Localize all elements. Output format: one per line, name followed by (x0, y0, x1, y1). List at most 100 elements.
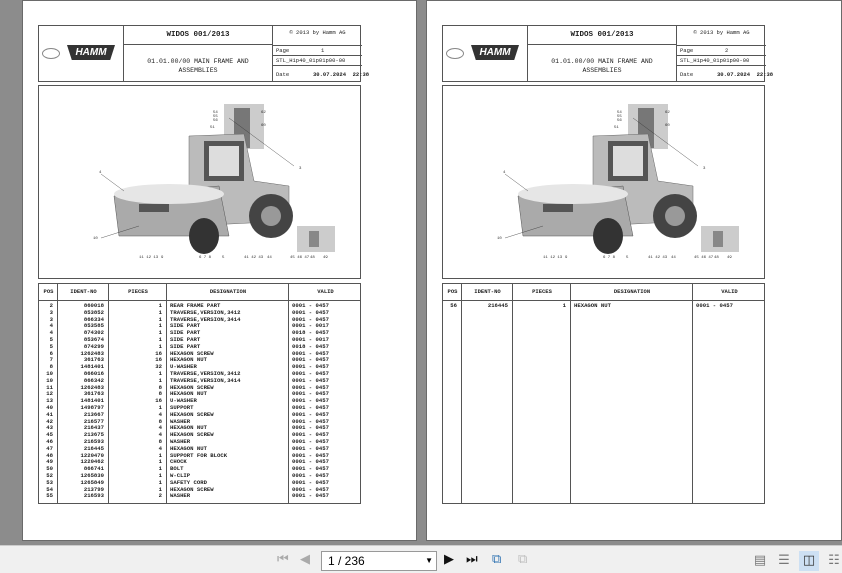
date-row: Date 30.07.2024 22:38 (273, 65, 369, 83)
parts-drawing: 545556516260341011 12 13 9 6 7 8 5 41 42 43 4… (497, 104, 739, 260)
doc-id: STL_H1p40_01p01p00-00 (677, 55, 766, 65)
cell-valid: 0001 - 0457 (292, 492, 329, 500)
page-number: 1 (321, 47, 325, 54)
callout-label: 56 (213, 119, 218, 123)
page-info: © 2013 by Hamm AG Page 2 STL_H1p40_01p01p… (676, 26, 773, 83)
single-page-view-icon[interactable]: ▤ (750, 551, 770, 571)
cell-pieces: 2 (158, 492, 162, 500)
page-label: Page (276, 47, 290, 54)
callout-label: 51 (614, 126, 619, 130)
callout-label: 5 (222, 256, 225, 260)
cell-pos: 55 (46, 492, 53, 500)
go-back-icon[interactable]: ⧉ (492, 553, 501, 567)
page-header: HAMM WIDOS 001/2013 01.01.00/00 MAIN FRA… (442, 25, 773, 83)
callout-label: 49 (727, 256, 732, 260)
callout-label: 44 (267, 256, 272, 260)
column-header: IDENT-NO (474, 288, 501, 295)
hamm-logo: HAMM (67, 45, 115, 60)
callout-label: 62 (665, 111, 670, 115)
callout-label: 11 12 13 (543, 256, 563, 260)
date-label: Date (276, 71, 290, 78)
date-label: Date (680, 71, 694, 78)
last-page-icon[interactable]: ⏭ (466, 553, 478, 567)
callout-label: 45 46 47 (290, 256, 310, 260)
callout-label: 11 12 13 (139, 256, 159, 260)
column-header: POS (43, 288, 54, 295)
drawing-frame: 54 55 56 51 62 60 3 4 10 11 12 13 9 6 7 8 5 41 42 43 4… (442, 85, 765, 279)
callout-label: 49 (323, 256, 328, 260)
table-row: 55 216593 2 WASHER 0001 - 0457 (39, 493, 360, 500)
cell-ident-no: 216445 (487, 302, 508, 309)
logo-area: HAMM (39, 26, 124, 81)
column-header: IDENT-NO (70, 288, 97, 295)
document-page-1: HAMM WIDOS 001/2013 01.01.00/00 MAIN FRA… (22, 0, 417, 541)
date-row: Date 30.07.2024 22:38 (677, 65, 773, 83)
page-label: Page (680, 47, 694, 54)
wirtgen-group-logo (42, 48, 60, 59)
first-page-icon[interactable]: ⏮ (277, 553, 289, 567)
copyright: © 2013 by Hamm AG (693, 29, 750, 36)
next-page-icon[interactable]: ▶ (444, 553, 454, 567)
callout-label: 3 (703, 167, 706, 171)
column-header: DESIGNATION (613, 288, 651, 295)
hamm-logo: HAMM (471, 45, 519, 60)
parts-table: POS IDENT-NO PIECES DESIGNATION VALID 56 21644… (442, 283, 765, 504)
callout-label: 3 (299, 167, 302, 171)
section-title-line1: 01.01.00/00 MAIN FRAME AND (551, 58, 653, 65)
copyright: © 2013 by Hamm AG (289, 29, 346, 36)
drawing-frame: 54 55 56 51 62 60 3 4 10 11 12 13 9 6 7 8 5 41 42 43 4… (38, 85, 361, 279)
cell-ident-no: 216593 (83, 492, 104, 500)
navigation-toolbar: ⏮ ◀ 1 / 236 ▼ ▶ ⏭ ⧉ ⧉ ▤ ☰ ◫ ☷ (0, 545, 842, 573)
column-header: VALID (317, 288, 334, 295)
cell-pieces: 1 (562, 302, 566, 309)
callout-label: 9 (161, 256, 164, 260)
column-header: PIECES (128, 288, 148, 295)
chevron-down-icon[interactable]: ▼ (425, 552, 433, 570)
callout-label: 10 (497, 237, 502, 241)
column-header: POS (447, 288, 458, 295)
column-header: PIECES (532, 288, 552, 295)
parts-table: POS IDENT-NO PIECES DESIGNATION VALID 2 860018… (38, 283, 361, 504)
callout-label: 44 (671, 256, 676, 260)
two-page-view-icon[interactable]: ◫ (799, 551, 819, 571)
callout-label: 9 (565, 256, 568, 260)
callout-label: 60 (261, 124, 266, 128)
callout-label: 48 (310, 256, 315, 260)
page-number-value: 1 / 236 (328, 554, 365, 568)
page-row: Page 1 (273, 45, 362, 55)
prev-page-icon[interactable]: ◀ (300, 553, 310, 567)
document-title: WIDOS 001/2013 (124, 26, 272, 45)
column-header: VALID (721, 288, 738, 295)
page-row: Page 2 (677, 45, 766, 55)
doc-id: STL_H1p40_01p01p00-00 (273, 55, 362, 65)
cell-designation: HEXAGON NUT (574, 302, 611, 309)
parts-drawing: 545556516260341011 12 13 9 6 7 8 5 41 42 43 4… (93, 104, 335, 260)
callout-label: 41 42 43 (244, 256, 264, 260)
page-info: © 2013 by Hamm AG Page 1 STL_H1p40_01p01p… (272, 26, 369, 83)
callout-label: 41 42 43 (648, 256, 668, 260)
two-page-continuous-view-icon[interactable]: ☷ (824, 551, 842, 571)
section-title-line1: 01.01.00/00 MAIN FRAME AND (147, 58, 249, 65)
callout-label: 6 7 8 (603, 256, 616, 260)
section-title: 01.01.00/00 MAIN FRAME AND ASSEMBLIES (124, 45, 272, 83)
continuous-view-icon[interactable]: ☰ (774, 551, 794, 571)
page-number-field[interactable]: 1 / 236 ▼ (321, 551, 437, 571)
date-value: 30.07.2024 22:38 (313, 71, 370, 78)
callout-label: 51 (210, 126, 215, 130)
callout-label: 5 (626, 256, 629, 260)
section-title: 01.01.00/00 MAIN FRAME AND ASSEMBLIES (528, 45, 676, 83)
column-header: DESIGNATION (209, 288, 247, 295)
callout-label: 56 (617, 119, 622, 123)
cell-pos: 56 (450, 302, 457, 309)
callout-label: 62 (261, 111, 266, 115)
table-row: 56 216445 1 HEXAGON NUT 0001 - 0457 (443, 302, 764, 310)
go-forward-icon[interactable]: ⧉ (518, 553, 527, 567)
callout-label: 45 46 47 (694, 256, 714, 260)
logo-area: HAMM (443, 26, 528, 81)
wirtgen-group-logo (446, 48, 464, 59)
callout-label: 60 (665, 124, 670, 128)
cell-valid: 0001 - 0457 (696, 302, 733, 309)
document-title: WIDOS 001/2013 (528, 26, 676, 45)
date-value: 30.07.2024 22:38 (717, 71, 774, 78)
page-header: HAMM WIDOS 001/2013 01.01.00/00 MAIN FRA… (38, 25, 369, 83)
